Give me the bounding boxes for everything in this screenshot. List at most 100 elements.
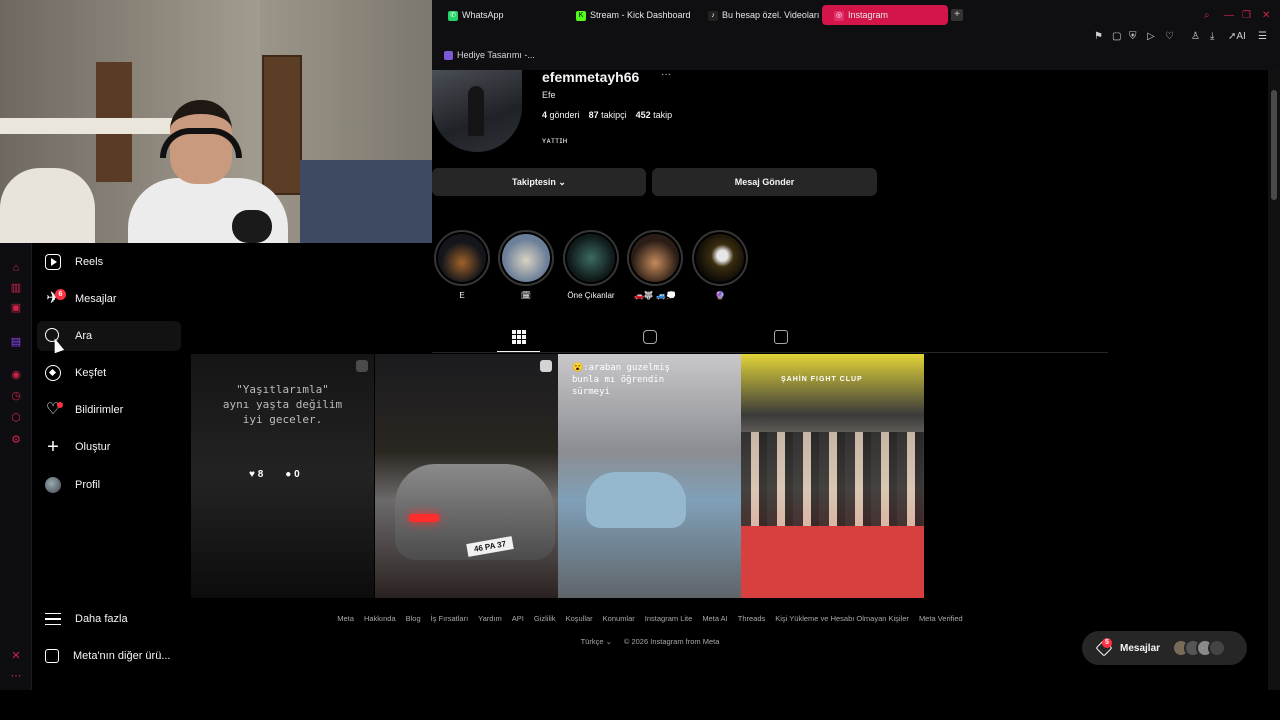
twitch-icon[interactable]: ▤ — [9, 335, 23, 349]
footer-link[interactable]: Konumlar — [603, 614, 635, 623]
footer-link[interactable]: Kişi Yükleme ve Hesabı Olmayan Kişiler — [775, 614, 909, 623]
post-tile[interactable]: "Yaşıtlarımla" aynı yaşta değilim iyi ge… — [191, 354, 374, 598]
highlight-item[interactable]: 🗓 — [498, 230, 554, 300]
messages-bubble-button[interactable]: Mesajlar — [1082, 631, 1247, 665]
footer-link[interactable]: Hakkında — [364, 614, 396, 623]
highlight-item[interactable]: Öne Çıkanlar — [563, 230, 619, 300]
footer-link[interactable]: Threads — [738, 614, 766, 623]
footer-link[interactable]: Gizlilik — [534, 614, 556, 623]
extensions-icon[interactable]: ⬡ — [9, 411, 23, 425]
highlight-item[interactable]: E — [434, 230, 490, 300]
sidebar-icon-4[interactable]: ◉ — [9, 368, 23, 382]
snapshot-icon[interactable]: ▢ — [1112, 31, 1121, 42]
aria-ai-icon[interactable]: ➚AI — [1228, 31, 1246, 42]
nav-label: Daha fazla — [75, 613, 128, 625]
nav-create[interactable]: + Oluştur — [37, 432, 181, 462]
nav-meta-products[interactable]: Meta'nın diğer ürü... — [37, 641, 181, 671]
following-button[interactable]: Takiptesin ⌄ — [432, 168, 646, 196]
browser-tabbar: ✆ WhatsApp K Stream - Kick Dashboard ♪ Bu h… — [432, 2, 1280, 28]
nav-explore[interactable]: Keşfet — [37, 358, 181, 388]
highlight-item[interactable]: 🚗🐺 🚙💭 — [627, 230, 683, 300]
nav-label: Mesajlar — [75, 293, 117, 305]
highlight-label: 🔮 — [715, 291, 725, 300]
more-icon[interactable]: ⋯ — [9, 669, 23, 683]
page-scrollbar[interactable] — [1268, 70, 1280, 690]
bookmark-icon[interactable]: ⚑ — [1094, 31, 1103, 42]
nav-label: Bildirimler — [75, 404, 124, 416]
tab-label: Bu hesap özel. Videoların — [722, 10, 820, 20]
sidebar-icon-1[interactable]: ⌂ — [9, 261, 23, 275]
footer-link[interactable]: Koşullar — [566, 614, 593, 623]
post-tile[interactable]: ŞAHİN FIGHT CLUP — [741, 354, 924, 598]
followers-count[interactable]: 87 takipçi — [589, 110, 627, 120]
profile-username: efemmetayh66 — [542, 69, 640, 85]
vpn-shield-icon[interactable]: ⛨ — [1129, 31, 1137, 42]
sidebar-icon-2[interactable]: ▥ — [9, 281, 23, 295]
webcam-desk — [300, 160, 432, 243]
followers-label: takipçi — [601, 110, 627, 120]
nav-more[interactable]: Daha fazla — [37, 604, 181, 634]
highlight-label: E — [459, 291, 465, 300]
search-tabs-icon[interactable]: ⌕ — [1204, 10, 1210, 21]
followers-value: 87 — [588, 110, 599, 120]
instagram-nav: Reels ✈ Mesajlar Ara Keşfet ♡ Bildirimle… — [33, 243, 190, 690]
notification-dot — [57, 402, 63, 408]
comments-value: 0 — [294, 469, 300, 480]
nav-notifications[interactable]: ♡ Bildirimler — [37, 395, 181, 425]
tabs-divider — [432, 352, 1108, 353]
post-tile[interactable]: 😮:araban guzelmiş bunla mı öğrendin sürm… — [558, 354, 741, 598]
send-message-button[interactable]: Mesaj Gönder — [652, 168, 877, 196]
posts-grid-tab-icon[interactable] — [512, 330, 526, 344]
download-icon[interactable]: ⤓ — [1210, 31, 1214, 42]
instagram-icon: ◎ — [834, 10, 844, 21]
language-select[interactable]: Türkçe ⌄ — [581, 637, 612, 646]
following-count[interactable]: 452 takip — [636, 110, 673, 120]
nav-profile[interactable]: Profil — [37, 470, 181, 500]
gx-icon[interactable]: ✕ — [9, 649, 23, 663]
reels-tab-icon[interactable] — [643, 330, 657, 344]
scrollbar-thumb[interactable] — [1271, 90, 1277, 200]
minimize-icon[interactable]: — — [1224, 10, 1234, 21]
nav-label: Keşfet — [75, 367, 107, 379]
browser-tab-tiktok[interactable]: ♪ Bu hesap özel. Videoların — [696, 5, 820, 25]
footer-link[interactable]: Blog — [406, 614, 421, 623]
profile-avatar[interactable] — [432, 70, 522, 152]
heart-icon[interactable]: ♡ — [1165, 31, 1174, 42]
post-caption-overlay: "Yaşıtlarımla" aynı yaşta değilim iyi ge… — [222, 383, 343, 426]
footer-link[interactable]: Instagram Lite — [645, 614, 693, 623]
footer-link[interactable]: API — [512, 614, 524, 623]
footer-link[interactable]: Yardım — [478, 614, 502, 623]
tagged-tab-icon[interactable] — [774, 330, 788, 344]
footer-link[interactable]: Meta — [337, 614, 354, 623]
post-tile[interactable]: 46 PA 37 — [375, 354, 558, 598]
settings-icon[interactable]: ⚙ — [9, 433, 23, 447]
highlight-item[interactable]: 🔮 — [692, 230, 748, 300]
footer-link[interactable]: Meta AI — [702, 614, 727, 623]
browser-tab-instagram[interactable]: ◎ Instagram — [822, 5, 948, 25]
play-icon[interactable]: ▷ — [1147, 31, 1155, 42]
footer-link[interactable]: İş Fırsatları — [431, 614, 469, 623]
following-value: 452 — [635, 110, 651, 120]
account-icon[interactable]: ♙ — [1191, 31, 1200, 42]
post-likes: ♥ 8 — [249, 469, 263, 480]
history-icon[interactable]: ◷ — [9, 389, 23, 403]
new-tab-button[interactable]: + — [951, 9, 963, 21]
microphone-icon — [232, 210, 272, 243]
reels-icon — [45, 254, 61, 270]
post-car-image — [586, 472, 686, 528]
browser-toolbar: ⚑ ▢ ⛨ ▷ ♡ ♙ ⤓ ➚AI ☰ — [432, 28, 1280, 48]
sidebar-icon-3[interactable]: ▣ — [9, 301, 23, 315]
nav-reels[interactable]: Reels — [37, 247, 181, 277]
browser-sidebar: ⌂ ▥ ▣ ▤ ◉ ◷ ⬡ ⚙ ✕ ⋯ — [0, 243, 32, 690]
footer-link[interactable]: Meta Verified — [919, 614, 963, 623]
profile-full-name: Efe — [542, 90, 556, 100]
webcam-person-left — [0, 168, 95, 243]
menu-icon[interactable]: ☰ — [1258, 31, 1267, 42]
bookmark-item[interactable]: Hediye Tasarımı -... — [457, 50, 535, 60]
avatar-icon — [45, 477, 61, 493]
browser-tab-kick[interactable]: K Stream - Kick Dashboard — [564, 5, 694, 25]
profile-options-icon[interactable]: ··· — [661, 69, 671, 80]
browser-tab-whatsapp[interactable]: ✆ WhatsApp — [436, 5, 561, 25]
close-icon[interactable]: ✕ — [1262, 10, 1270, 21]
restore-icon[interactable]: ❐ — [1242, 10, 1251, 21]
